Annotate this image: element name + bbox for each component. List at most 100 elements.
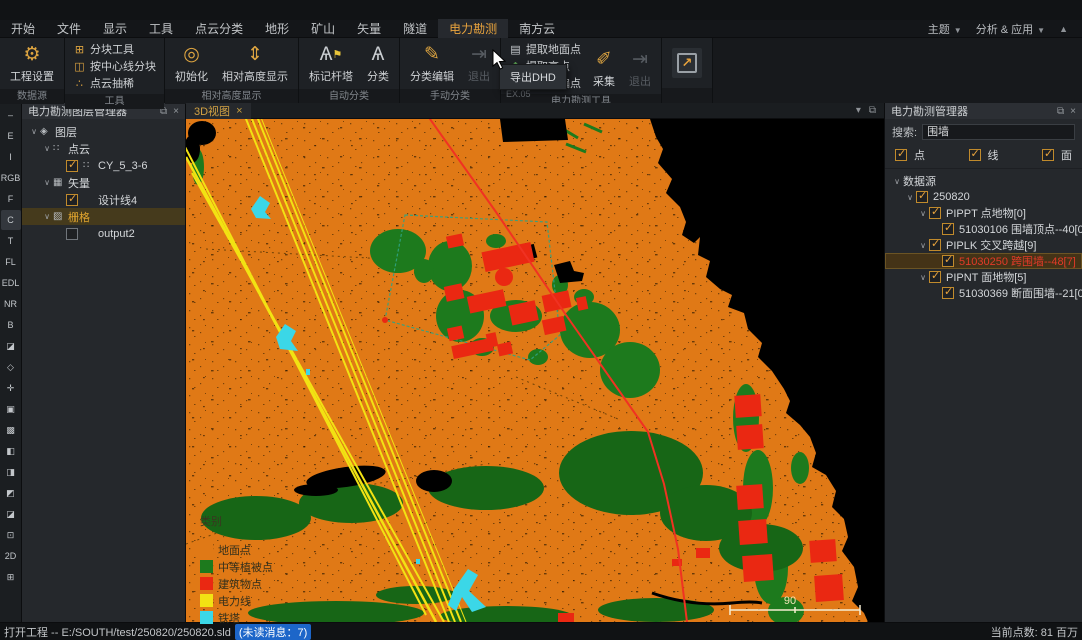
- cube-front-icon[interactable]: ◧: [1, 441, 21, 461]
- tree-row[interactable]: output2: [22, 225, 185, 242]
- polygon-select-icon[interactable]: ◇: [1, 357, 21, 377]
- tab-list-icon[interactable]: ▾: [856, 105, 861, 116]
- tree-row[interactable]: 250820: [885, 189, 1082, 205]
- expander-icon[interactable]: [904, 193, 916, 202]
- filter-checkbox[interactable]: [895, 149, 907, 161]
- filter-checkbox[interactable]: [1042, 149, 1054, 161]
- tree-row[interactable]: 51030369 断面围墙--21[0]: [885, 285, 1082, 301]
- point-cloud-scene[interactable]: 90 类别 地面点 中等植被: [186, 119, 884, 622]
- rgb-icon[interactable]: RGB: [1, 168, 21, 188]
- close-panel-icon[interactable]: ×: [1070, 106, 1076, 117]
- menu-item[interactable]: 显示: [92, 19, 138, 38]
- menu-item[interactable]: 矢量: [346, 19, 392, 38]
- expander-icon[interactable]: [917, 273, 929, 282]
- expander-icon[interactable]: [41, 144, 53, 153]
- flightline-icon[interactable]: F: [1, 189, 21, 209]
- tree-row[interactable]: 设计线4: [22, 191, 185, 208]
- menu-item[interactable]: 矿山: [300, 19, 346, 38]
- menu-item[interactable]: 南方云: [508, 19, 566, 38]
- feature-checkbox[interactable]: [942, 255, 954, 267]
- menu-item[interactable]: 工具: [138, 19, 184, 38]
- layer-checkbox[interactable]: [66, 194, 78, 206]
- tree-row[interactable]: 51030106 围墙顶点--40[0]: [885, 221, 1082, 237]
- exit-manual-button[interactable]: ⇥ 退出: [462, 40, 496, 87]
- close-tab-icon[interactable]: ×: [236, 105, 242, 117]
- feature-checkbox[interactable]: [916, 191, 928, 203]
- tree-row[interactable]: ◈ 图层: [22, 123, 185, 140]
- tree-row[interactable]: ∷ CY_5_3-6: [22, 157, 185, 174]
- feature-checkbox[interactable]: [929, 207, 941, 219]
- menu-item[interactable]: 开始: [0, 19, 46, 38]
- initialize-button[interactable]: ◎ 初始化: [169, 40, 214, 87]
- tree-row[interactable]: 数据源: [885, 173, 1082, 189]
- relative-height-button[interactable]: ⇕ 相对高度显示: [216, 40, 294, 87]
- menu-item[interactable]: 文件: [46, 19, 92, 38]
- expander-icon[interactable]: [41, 178, 53, 187]
- expander-icon[interactable]: [28, 127, 40, 136]
- feature-checkbox[interactable]: [929, 271, 941, 283]
- 2d-icon[interactable]: 2D: [1, 546, 21, 566]
- feature-checkbox[interactable]: [942, 287, 954, 299]
- gpstime-icon[interactable]: T: [1, 231, 21, 251]
- expander-icon[interactable]: [917, 209, 929, 218]
- theme-dropdown[interactable]: 主题▼: [928, 21, 962, 37]
- expander-icon[interactable]: [891, 177, 903, 186]
- filter-item[interactable]: 点: [895, 147, 925, 163]
- menu-item[interactable]: 点云分类: [184, 19, 254, 38]
- centerline-block-button[interactable]: ◫按中心线分块: [73, 58, 156, 74]
- classify-button[interactable]: Ѧ 分类: [361, 40, 395, 87]
- menu-item[interactable]: 地形: [254, 19, 300, 38]
- project-settings-button[interactable]: ⚙ 工程设置: [4, 40, 60, 87]
- viewport-3d[interactable]: 3D视图 × ▾ ⧉: [186, 103, 884, 622]
- analysis-dropdown[interactable]: 分析 & 应用▼: [976, 21, 1045, 37]
- layer-checkbox[interactable]: [66, 228, 78, 240]
- collapse-ribbon-icon[interactable]: ▲: [1059, 24, 1068, 34]
- filter-checkbox[interactable]: [969, 149, 981, 161]
- classify-edit-button[interactable]: ✎ 分类编辑: [404, 40, 460, 87]
- feature-checkbox[interactable]: [929, 239, 941, 251]
- normal-icon[interactable]: NR: [1, 294, 21, 314]
- cube-dense-icon[interactable]: ▩: [1, 420, 21, 440]
- close-panel-icon[interactable]: ×: [173, 106, 179, 117]
- extract-ground-button[interactable]: ▤提取地面点: [509, 41, 581, 57]
- firstlast-icon[interactable]: FL: [1, 252, 21, 272]
- add-view-icon[interactable]: ⊞: [1, 567, 21, 587]
- thin-pointcloud-button[interactable]: ∴点云抽稀: [73, 75, 156, 91]
- tree-row[interactable]: ∷ 点云: [22, 140, 185, 157]
- layer-checkbox[interactable]: [66, 160, 78, 172]
- feature-checkbox[interactable]: [942, 223, 954, 235]
- float-panel-icon[interactable]: ⧉: [1057, 106, 1064, 117]
- export-dhd-button[interactable]: ↗: [672, 48, 702, 78]
- tree-row[interactable]: ▨ 栅格: [22, 208, 185, 225]
- classification-icon[interactable]: C: [1, 210, 21, 230]
- tree-row[interactable]: PIPNT 面地物[5]: [885, 269, 1082, 285]
- pan-icon[interactable]: ✛: [1, 378, 21, 398]
- expander-icon[interactable]: [917, 241, 929, 250]
- block-tool-button[interactable]: ⊞分块工具: [73, 41, 156, 57]
- intensity-icon[interactable]: I: [1, 147, 21, 167]
- select-bucket-icon[interactable]: ◪: [1, 336, 21, 356]
- tree-row[interactable]: PIPPT 点地物[0]: [885, 205, 1082, 221]
- dock-icon[interactable]: –: [1, 105, 21, 125]
- float-view-icon[interactable]: ⧉: [869, 105, 876, 116]
- filter-item[interactable]: 面: [1042, 147, 1072, 163]
- cube-iso-icon[interactable]: ◪: [1, 504, 21, 524]
- exit-tools-button[interactable]: ⇥ 退出: [623, 40, 657, 92]
- mark-tower-button[interactable]: Ѧ⚑ 标记杆塔: [303, 40, 359, 87]
- cube-back-icon[interactable]: ◨: [1, 462, 21, 482]
- blend-icon[interactable]: B: [1, 315, 21, 335]
- menu-item[interactable]: 隧道: [392, 19, 438, 38]
- tab-3d-view[interactable]: 3D视图 ×: [186, 103, 251, 119]
- tree-row[interactable]: PIPLK 交叉跨越[9]: [885, 237, 1082, 253]
- filter-item[interactable]: 线: [969, 147, 999, 163]
- cube-top-icon[interactable]: ◩: [1, 483, 21, 503]
- focus-icon[interactable]: ⊡: [1, 525, 21, 545]
- tree-row[interactable]: 51030250 跨围墙--48[7]: [885, 253, 1082, 269]
- expander-icon[interactable]: [41, 212, 53, 221]
- menu-item[interactable]: 电力勘测: [438, 19, 508, 38]
- edl-icon[interactable]: EDL: [1, 273, 21, 293]
- collect-button[interactable]: ✐ 采集: [587, 40, 621, 92]
- cube-solid-icon[interactable]: ▣: [1, 399, 21, 419]
- search-input[interactable]: 围墙: [922, 124, 1075, 140]
- tree-row[interactable]: ▦ 矢量: [22, 174, 185, 191]
